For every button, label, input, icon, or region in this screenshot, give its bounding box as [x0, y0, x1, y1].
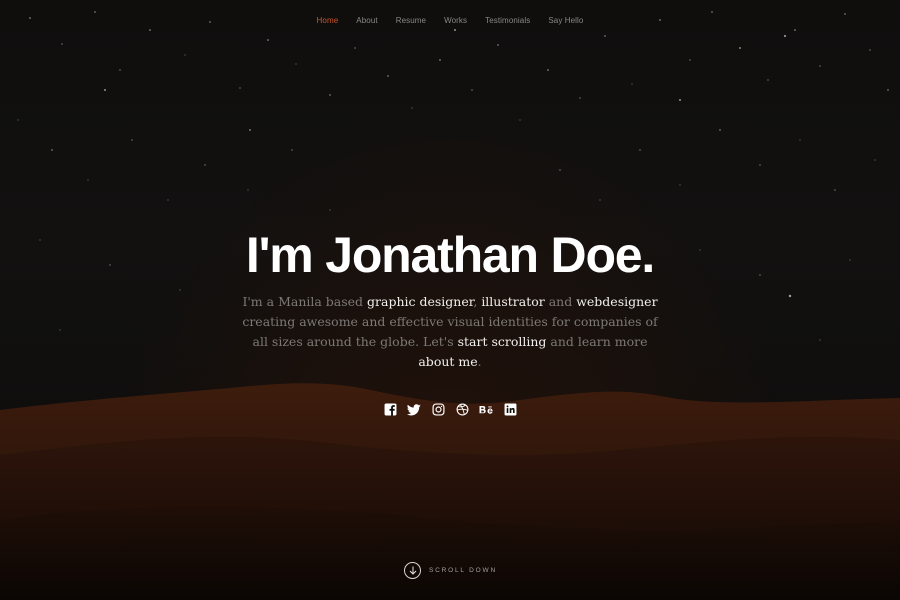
- nav-item-about[interactable]: About: [347, 14, 386, 27]
- intro-highlight-graphic-designer: graphic designer: [367, 294, 474, 309]
- linkedin-icon[interactable]: [503, 402, 518, 417]
- hero-title: I'm Jonathan Doe.: [245, 227, 655, 283]
- intro-text: and: [544, 294, 577, 309]
- nav-item-testimonials[interactable]: Testimonials: [476, 14, 539, 27]
- facebook-icon[interactable]: [383, 402, 398, 417]
- intro-highlight-webdesigner: webdesigner: [576, 294, 658, 309]
- dribbble-icon[interactable]: [455, 402, 470, 417]
- nav-item-works[interactable]: Works: [435, 14, 476, 27]
- hero-content: I'm Jonathan Doe. I'm a Manila based gra…: [0, 226, 900, 417]
- nav-item-resume[interactable]: Resume: [387, 14, 435, 27]
- twitter-icon[interactable]: [407, 402, 422, 417]
- intro-highlight-illustrator: illustrator: [481, 294, 545, 309]
- nav-item-say-hello[interactable]: Say Hello: [539, 14, 592, 27]
- intro-text: and learn more: [546, 334, 648, 349]
- intro-link-start-scrolling[interactable]: start scrolling: [458, 334, 547, 349]
- instagram-icon[interactable]: [431, 402, 446, 417]
- arrow-down-icon: [404, 562, 421, 579]
- main-nav: Home About Resume Works Testimonials Say…: [0, 14, 900, 27]
- scroll-down-label: SCROLL DOWN: [429, 567, 497, 574]
- intro-text: I'm a Manila based: [242, 294, 368, 309]
- scroll-down-button[interactable]: SCROLL DOWN: [404, 562, 497, 579]
- hero-intro: I'm a Manila based graphic designer, ill…: [240, 292, 660, 372]
- social-links: [0, 402, 900, 417]
- intro-link-about-me[interactable]: about me: [418, 354, 477, 369]
- intro-text: .: [477, 354, 482, 369]
- nav-item-home[interactable]: Home: [308, 14, 348, 27]
- behance-icon[interactable]: [479, 402, 494, 417]
- hero-section: Home About Resume Works Testimonials Say…: [0, 0, 900, 600]
